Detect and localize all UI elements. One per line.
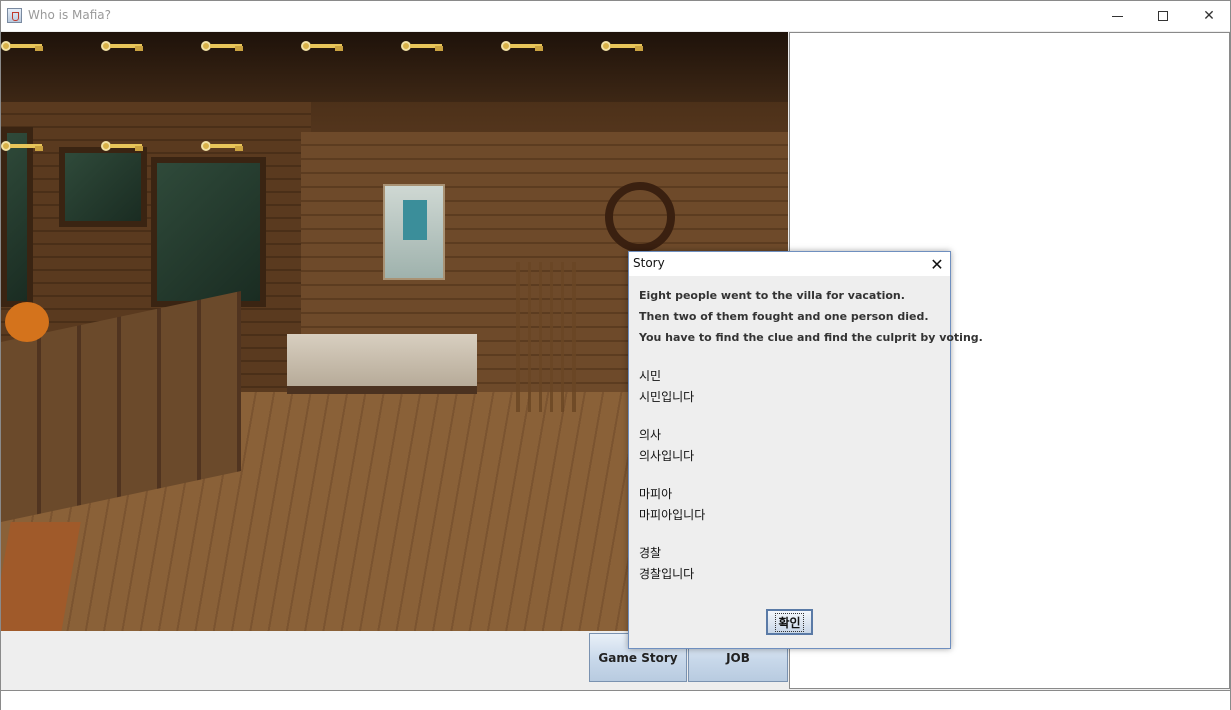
close-icon: ✕ [1203, 8, 1215, 24]
maximize-icon [1158, 11, 1168, 21]
pumpkin [5, 302, 49, 342]
key-icon[interactable] [101, 41, 145, 51]
main-window: Who is Mafia? ✕ Game Story JOB Story ✕ E… [0, 0, 1231, 710]
key-icon[interactable] [401, 41, 445, 51]
role-name: 시민 [639, 369, 662, 383]
confirm-button[interactable]: 확인 [766, 609, 813, 635]
key-icon[interactable] [501, 41, 545, 51]
java-app-icon [7, 8, 22, 23]
story-line: Eight people went to the villa for vacat… [639, 289, 905, 302]
story-line: You have to find the clue and find the c… [639, 331, 983, 344]
clue-keys [1, 32, 788, 162]
key-icon[interactable] [201, 141, 245, 151]
window-pane-center [151, 157, 266, 307]
ship-wheel-decor [605, 182, 675, 252]
minimize-button[interactable] [1094, 1, 1140, 31]
confirm-button-label: 확인 [775, 612, 804, 632]
bottom-input-field[interactable] [1, 690, 1230, 710]
role-name: 경찰 [639, 546, 662, 560]
daybed [287, 334, 477, 394]
close-button[interactable]: ✕ [1186, 1, 1231, 31]
dialog-title: Story [633, 256, 665, 270]
wall-poster [383, 184, 445, 280]
key-icon[interactable] [301, 41, 345, 51]
key-icon[interactable] [101, 141, 145, 151]
dialog-close-icon[interactable]: ✕ [925, 252, 949, 276]
role-description: 마피아입니다 [639, 508, 706, 522]
title-bar[interactable]: Who is Mafia? ✕ [1, 1, 1230, 31]
key-icon[interactable] [201, 41, 245, 51]
role-name: 의사 [639, 428, 662, 442]
key-icon[interactable] [1, 41, 45, 51]
key-icon[interactable] [1, 141, 45, 151]
minimize-icon [1111, 15, 1123, 17]
rocking-chair [516, 262, 576, 412]
role-description: 경찰입니다 [639, 567, 695, 581]
key-icon[interactable] [601, 41, 645, 51]
story-line: Then two of them fought and one person d… [639, 310, 929, 323]
maximize-button[interactable] [1140, 1, 1186, 31]
role-name: 마피아 [639, 487, 673, 501]
dialog-title-bar[interactable]: Story ✕ [629, 252, 950, 276]
story-dialog: Story ✕ Eight people went to the villa f… [628, 251, 983, 649]
role-description: 시민입니다 [639, 390, 695, 404]
role-description: 의사입니다 [639, 449, 695, 463]
window-title: Who is Mafia? [28, 8, 112, 22]
